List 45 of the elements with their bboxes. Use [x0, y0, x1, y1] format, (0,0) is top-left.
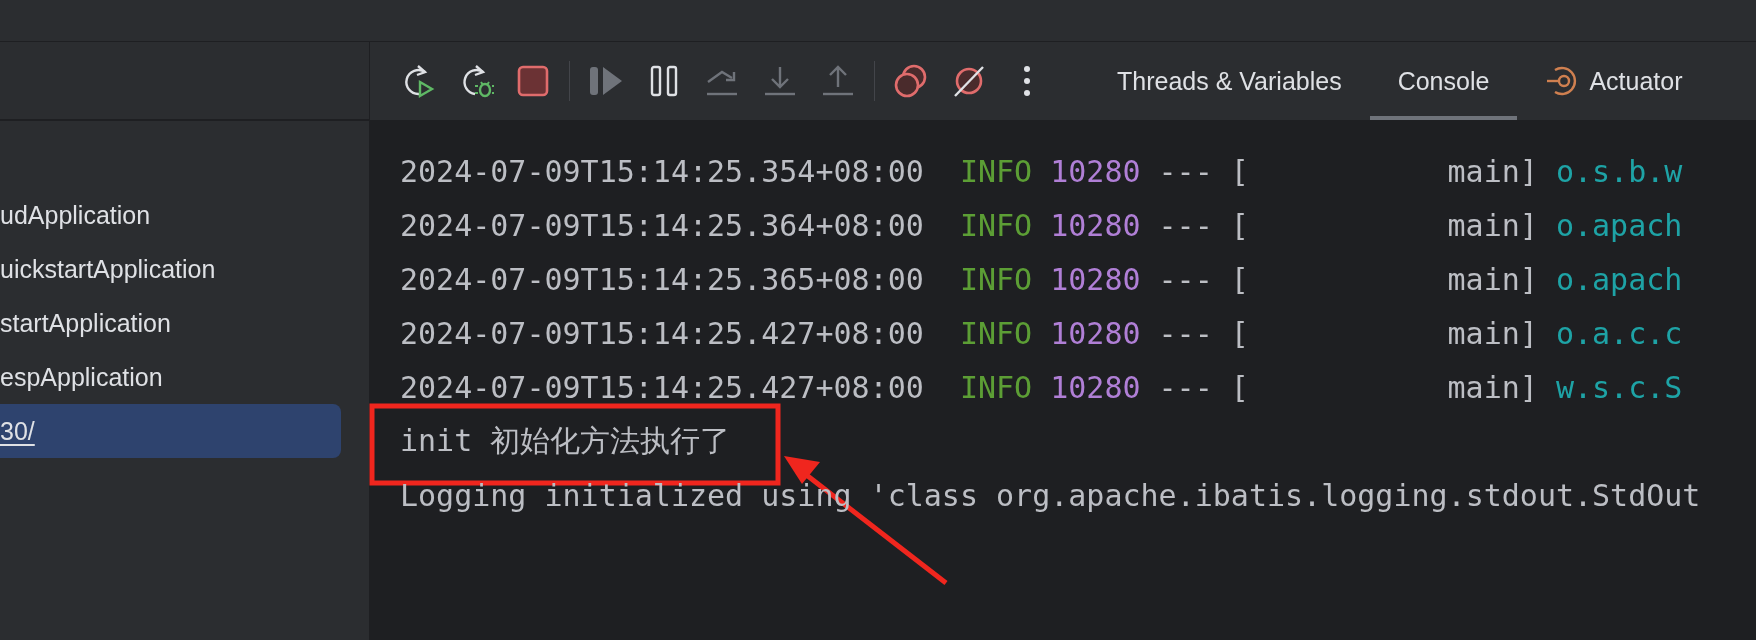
step-out-icon — [820, 64, 856, 98]
log-separator: --- — [1158, 315, 1213, 351]
thread-name: [ main] — [1230, 207, 1538, 243]
thread-name: [ main] — [1230, 261, 1538, 297]
thread-name: [ main] — [1230, 153, 1538, 189]
process-id: 10280 — [1050, 369, 1141, 405]
log-timestamp: 2024-07-09T15:14:25.365+08:00 — [400, 261, 924, 297]
thread-name: [ main] — [1230, 315, 1538, 351]
tab[interactable]: Actuator — [1517, 42, 1711, 120]
process-id: 10280 — [1050, 315, 1141, 351]
process-id: 10280 — [1050, 207, 1141, 243]
url-link[interactable]: 30/ — [0, 404, 341, 458]
logger-name: o.apach — [1555, 207, 1683, 243]
log-timestamp: 2024-07-09T15:14:25.427+08:00 — [400, 315, 924, 351]
log-level: INFO — [959, 261, 1033, 297]
run-config-item[interactable]: espApplication — [0, 350, 341, 404]
log-level: INFO — [959, 153, 1033, 189]
logger-name: w.s.c.S — [1555, 369, 1683, 405]
logger-name: o.s.b.w — [1555, 153, 1683, 189]
tab[interactable]: Console — [1369, 42, 1518, 120]
tab[interactable]: Threads & Variables — [1089, 42, 1370, 120]
log-timestamp: 2024-07-09T15:14:25.364+08:00 — [400, 207, 924, 243]
log-level: INFO — [959, 315, 1033, 351]
log-level: INFO — [959, 207, 1033, 243]
more-icon — [1022, 64, 1032, 98]
thread-name: [ main] — [1230, 369, 1538, 405]
log-timestamp: 2024-07-09T15:14:25.427+08:00 — [400, 369, 924, 405]
stop-icon — [516, 64, 550, 98]
logger-name: o.a.c.c — [1555, 315, 1683, 351]
run-config-item[interactable]: udApplication — [0, 188, 341, 242]
process-id: 10280 — [1050, 261, 1141, 297]
log-separator: --- — [1158, 153, 1213, 189]
process-id: 10280 — [1050, 153, 1141, 189]
run-config-item[interactable]: uickstartApplication — [0, 242, 341, 296]
logger-name: o.apach — [1555, 261, 1683, 297]
console-output: init 初始化方法执行了 — [400, 421, 731, 460]
pause-icon — [649, 64, 679, 98]
log-separator: --- — [1158, 207, 1213, 243]
step-into-icon — [762, 64, 798, 98]
log-timestamp: 2024-07-09T15:14:25.354+08:00 — [400, 153, 924, 189]
log-level: INFO — [959, 369, 1033, 405]
run-config-item[interactable]: startApplication — [0, 296, 341, 350]
log-separator: --- — [1158, 369, 1213, 405]
breakpoints-icon — [893, 63, 929, 99]
log-separator: --- — [1158, 261, 1213, 297]
